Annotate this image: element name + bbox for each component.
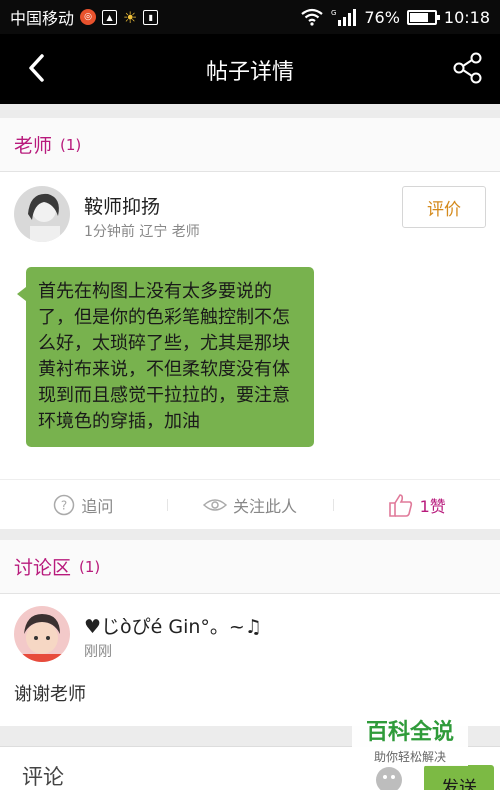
discussion-avatar[interactable]: [14, 606, 70, 662]
svg-text:?: ?: [61, 498, 67, 512]
sun-icon: ☀: [123, 7, 138, 27]
teacher-meta: 1分钟前 辽宁 老师: [84, 224, 200, 240]
question-icon: ?: [54, 494, 75, 515]
status-bar: 中国移动 ◎ ▲ ☀ ▮ G 76% 10:18: [0, 0, 500, 34]
like-count: 1赞: [419, 496, 446, 516]
teacher-avatar[interactable]: [14, 186, 70, 242]
discussion-author-name[interactable]: ♥じòぴé Gin°。~♫: [84, 612, 262, 639]
discussion-section-header: 讨论区 (1): [0, 540, 500, 594]
discussion-section-title: 讨论区: [14, 557, 72, 579]
status-left: 中国移动 ◎ ▲ ☀ ▮: [10, 5, 159, 29]
rate-button[interactable]: 评价: [402, 186, 486, 228]
teacher-section-title: 老师: [14, 135, 53, 157]
teacher-message-bubble: 首先在构图上没有太多要说的了，但是你的色彩笔触控制不怎么好，太琐碎了些，尤其是那…: [17, 267, 314, 447]
sim-card-icon: ▮: [143, 9, 159, 25]
battery-percent: 76%: [364, 7, 400, 27]
share-button[interactable]: [448, 48, 488, 88]
ask-button[interactable]: ? 追问: [0, 493, 167, 517]
share-icon: [453, 52, 482, 84]
discussion-section-count: (1): [79, 557, 101, 576]
discussion-avatar-image: [14, 606, 70, 662]
follow-label: 关注此人: [233, 496, 298, 516]
ask-label: 追问: [81, 496, 114, 516]
follow-button[interactable]: 关注此人: [166, 493, 334, 517]
eye-icon: [203, 498, 227, 511]
notification-badge-icon: ◎: [80, 9, 97, 25]
discussion-item: ♥じòぴé Gin°。~♫ 刚刚 谢谢老师: [0, 594, 500, 726]
watermark-title: 百科全说: [365, 720, 454, 745]
teacher-section-header: 老师 (1): [0, 118, 500, 172]
post-actions: ? 追问 关注此人 1赞: [0, 479, 500, 529]
discussion-text: 谢谢老师: [14, 684, 86, 705]
clock: 10:18: [443, 7, 490, 27]
network-type-label: G: [331, 9, 336, 17]
image-icon: ▲: [102, 9, 118, 25]
watermark-logo: 百科全说 助你轻松解决: [352, 710, 468, 766]
battery-icon: [406, 9, 440, 25]
teacher-section-count: (1): [60, 135, 82, 154]
thumbs-up-icon: [388, 493, 412, 517]
send-button[interactable]: 发送: [424, 765, 494, 790]
status-right: G 76% 10:18: [300, 8, 490, 27]
signal-icon: G: [331, 9, 357, 26]
watermark-subtitle: 助你轻松解决: [373, 750, 446, 764]
discussion-time: 刚刚: [84, 644, 112, 660]
comment-input[interactable]: 评论: [22, 761, 64, 790]
nav-bar: 帖子详情: [0, 34, 500, 104]
wifi-icon: [301, 8, 324, 26]
teacher-reply-card: 鞍师抑扬 1分钟前 辽宁 老师 评价 首先在构图上没有太多要说的了，但是你的色彩…: [0, 172, 500, 529]
battery-fill: [409, 12, 429, 22]
emoji-icon[interactable]: [376, 767, 402, 790]
like-button[interactable]: 1赞: [333, 493, 500, 517]
carrier-name: 中国移动: [10, 9, 75, 28]
page-title: 帖子详情: [205, 60, 294, 85]
teacher-name[interactable]: 鞍师抑扬: [84, 192, 160, 219]
teacher-avatar-image: [14, 186, 70, 242]
